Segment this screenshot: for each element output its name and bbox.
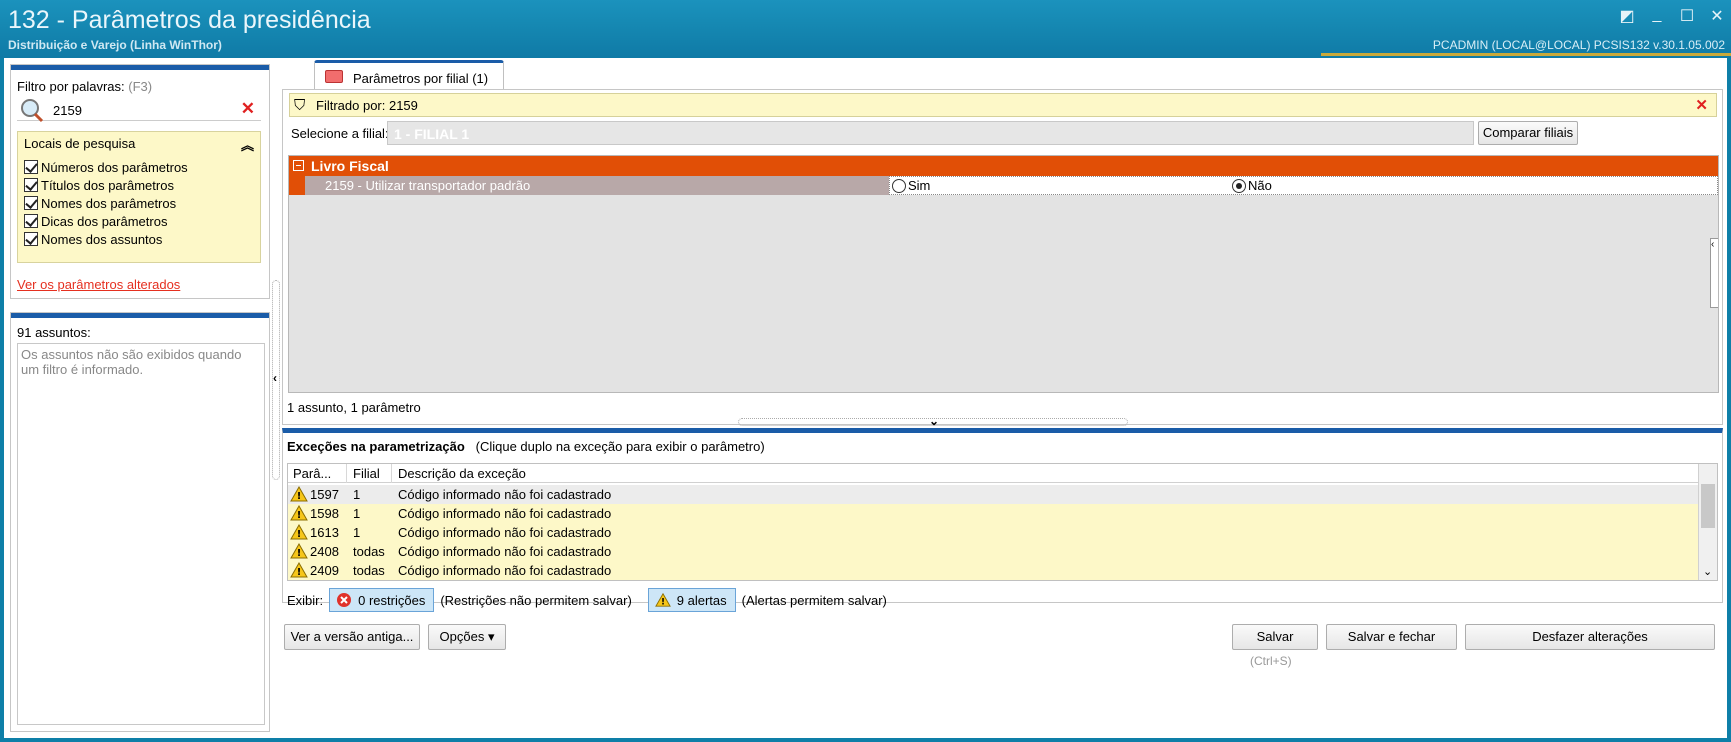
collapse-group-icon[interactable] <box>293 160 304 171</box>
search-locations-title: Locais de pesquisa <box>24 136 136 151</box>
params-grid: Livro Fiscal 2159 - Utilizar transportad… <box>288 155 1719 393</box>
clear-filter-icon[interactable]: ✕ <box>241 99 255 119</box>
search-input[interactable] <box>53 100 233 120</box>
restrictions-toggle[interactable]: 0 restrições <box>329 588 435 612</box>
horizontal-splitter[interactable]: ⌄ <box>738 414 1128 428</box>
table-row[interactable]: ! 2409 todas Código informado não foi ca… <box>288 561 1698 580</box>
svg-text:!: ! <box>297 491 302 502</box>
chevron-down-icon[interactable]: ⌄ <box>1703 565 1712 578</box>
save-shortcut: (Ctrl+S) <box>1250 654 1292 668</box>
search-field: ✕ <box>17 99 261 123</box>
window-controls: ◩ _ ☐ ✕ <box>1619 6 1725 26</box>
warning-icon: ! <box>290 562 308 578</box>
option-param-hints[interactable]: Dicas dos parâmetros <box>24 212 167 230</box>
window-title: 132 - Parâmetros da presidência <box>8 6 371 34</box>
warning-icon: ! <box>290 524 308 540</box>
exceptions-title: Exceções na parametrização (Clique duplo… <box>287 439 765 454</box>
exceptions-panel: Exceções na parametrização (Clique duplo… <box>282 428 1723 612</box>
warning-icon: ! <box>290 505 308 521</box>
funnel-icon: ⛉ <box>294 97 306 114</box>
option-nao[interactable]: Não <box>1232 178 1272 193</box>
chevron-down-icon[interactable]: ⌄ <box>929 414 939 428</box>
exceptions-filter: Exibir: 0 restrições (Restrições não per… <box>287 588 887 612</box>
alerts-toggle[interactable]: ! 9 alertas <box>647 588 736 612</box>
options-button[interactable]: Opções ▾ <box>428 624 506 650</box>
search-locations-box: Locais de pesquisa ︽ Números dos parâmet… <box>17 131 261 263</box>
search-icon <box>21 99 44 123</box>
folder-icon <box>325 70 343 83</box>
exceptions-header: Parâ... Filial Descrição da exceção <box>288 464 1698 483</box>
subjects-box: 91 assuntos: Os assuntos não são exibido… <box>10 312 270 732</box>
exceptions-table: Parâ... Filial Descrição da exceção ! 15… <box>287 463 1718 581</box>
param-value-cell[interactable]: Sim Não <box>889 176 1718 195</box>
subjects-list[interactable]: Os assuntos não são exibidos quando um f… <box>17 343 265 725</box>
window-subtitle: Distribuição e Varejo (Linha WinThor) <box>8 38 222 52</box>
minimize-icon[interactable]: _ <box>1649 6 1665 26</box>
col-desc[interactable]: Descrição da exceção <box>398 466 526 481</box>
param-name: 2159 - Utilizar transportador padrão <box>305 176 889 195</box>
svg-text:!: ! <box>297 529 302 540</box>
save-button[interactable]: Salvar <box>1232 624 1318 650</box>
undo-changes-button[interactable]: Desfazer alterações <box>1465 624 1715 650</box>
collapse-left-icon[interactable]: ‹ <box>273 371 277 385</box>
remove-filter-icon[interactable]: ✕ <box>1695 96 1708 114</box>
maximize-icon[interactable]: ☐ <box>1679 6 1695 26</box>
vertical-splitter[interactable]: ‹ <box>272 280 280 480</box>
error-icon <box>337 593 352 607</box>
restore-layout-icon[interactable]: ◩ <box>1619 6 1635 26</box>
svg-text:!: ! <box>297 510 302 521</box>
close-icon[interactable]: ✕ <box>1709 6 1725 26</box>
option-sim[interactable]: Sim <box>892 178 930 193</box>
checkbox-icon[interactable] <box>24 214 38 228</box>
collapse-icon[interactable]: ︽ <box>241 135 254 154</box>
save-close-button[interactable]: Salvar e fechar <box>1326 624 1457 650</box>
tab-content: ⛉ Filtrado por: 2159 ✕ Selecione a filia… <box>282 89 1723 425</box>
left-panel: Filtro por palavras: (F3) ✕ Locais de pe… <box>10 64 270 732</box>
option-param-names[interactable]: Nomes dos parâmetros <box>24 194 176 212</box>
warning-icon: ! <box>290 486 308 502</box>
title-accent-line <box>1321 53 1731 56</box>
svg-text:!: ! <box>297 548 302 559</box>
col-param[interactable]: Parâ... <box>293 466 331 481</box>
group-header[interactable]: Livro Fiscal <box>289 156 1718 176</box>
user-info: PCADMIN (LOCAL@LOCAL) PCSIS132 v.30.1.05… <box>1432 38 1725 52</box>
param-row[interactable]: 2159 - Utilizar transportador padrão Sim… <box>289 176 1718 195</box>
side-panel-toggle[interactable]: ‹ <box>1710 238 1718 308</box>
svg-text:!: ! <box>297 567 302 578</box>
radio-icon[interactable] <box>892 178 906 193</box>
table-row[interactable]: ! 1598 1 Código informado não foi cadast… <box>288 504 1698 523</box>
table-row[interactable]: ! 2408 todas Código informado não foi ca… <box>288 542 1698 561</box>
filter-label: Filtro por palavras: (F3) <box>17 79 153 94</box>
subjects-count: 91 assuntos: <box>17 325 91 340</box>
tab-params-by-filial[interactable]: Parâmetros por filial (1) <box>314 60 504 90</box>
window-body: Filtro por palavras: (F3) ✕ Locais de pe… <box>4 58 1727 738</box>
grid-summary: 1 assunto, 1 parâmetro <box>287 400 421 415</box>
warning-icon: ! <box>290 543 308 559</box>
filter-box: Filtro por palavras: (F3) ✕ Locais de pe… <box>10 64 270 299</box>
bottom-toolbar: Ver a versão antiga... Opções ▾ Salvar (… <box>282 624 1723 668</box>
table-row[interactable]: ! 1613 1 Código informado não foi cadast… <box>288 523 1698 542</box>
col-filial[interactable]: Filial <box>353 466 380 481</box>
checkbox-icon[interactable] <box>24 232 38 246</box>
option-subject-names[interactable]: Nomes dos assuntos <box>24 230 162 248</box>
exceptions-scrollbar[interactable]: ⌄ <box>1698 464 1717 580</box>
filial-select[interactable]: 1 - FILIAL 1 <box>387 121 1474 145</box>
checkbox-icon[interactable] <box>24 178 38 192</box>
checkbox-icon[interactable] <box>24 196 38 210</box>
filial-label: Selecione a filial: <box>291 126 389 141</box>
option-param-numbers[interactable]: Números dos parâmetros <box>24 158 188 176</box>
filter-bar: ⛉ Filtrado por: 2159 ✕ <box>289 93 1717 117</box>
option-param-titles[interactable]: Títulos dos parâmetros <box>24 176 174 194</box>
compare-filiais-button[interactable]: Comparar filiais <box>1478 121 1578 145</box>
altered-params-link[interactable]: Ver os parâmetros alterados <box>17 277 180 292</box>
radio-selected-icon[interactable] <box>1232 178 1246 193</box>
warning-icon: ! <box>654 592 671 607</box>
caret-down-icon: ▾ <box>487 629 495 644</box>
right-panel: Parâmetros por filial (1) ⛉ Filtrado por… <box>282 58 1723 738</box>
table-row[interactable]: ! 1597 1 Código informado não foi cadast… <box>288 485 1698 504</box>
checkbox-icon[interactable] <box>24 160 38 174</box>
svg-text:!: ! <box>661 597 665 607</box>
title-bar: 132 - Parâmetros da presidência Distribu… <box>0 0 1731 58</box>
old-version-button[interactable]: Ver a versão antiga... <box>284 624 420 650</box>
